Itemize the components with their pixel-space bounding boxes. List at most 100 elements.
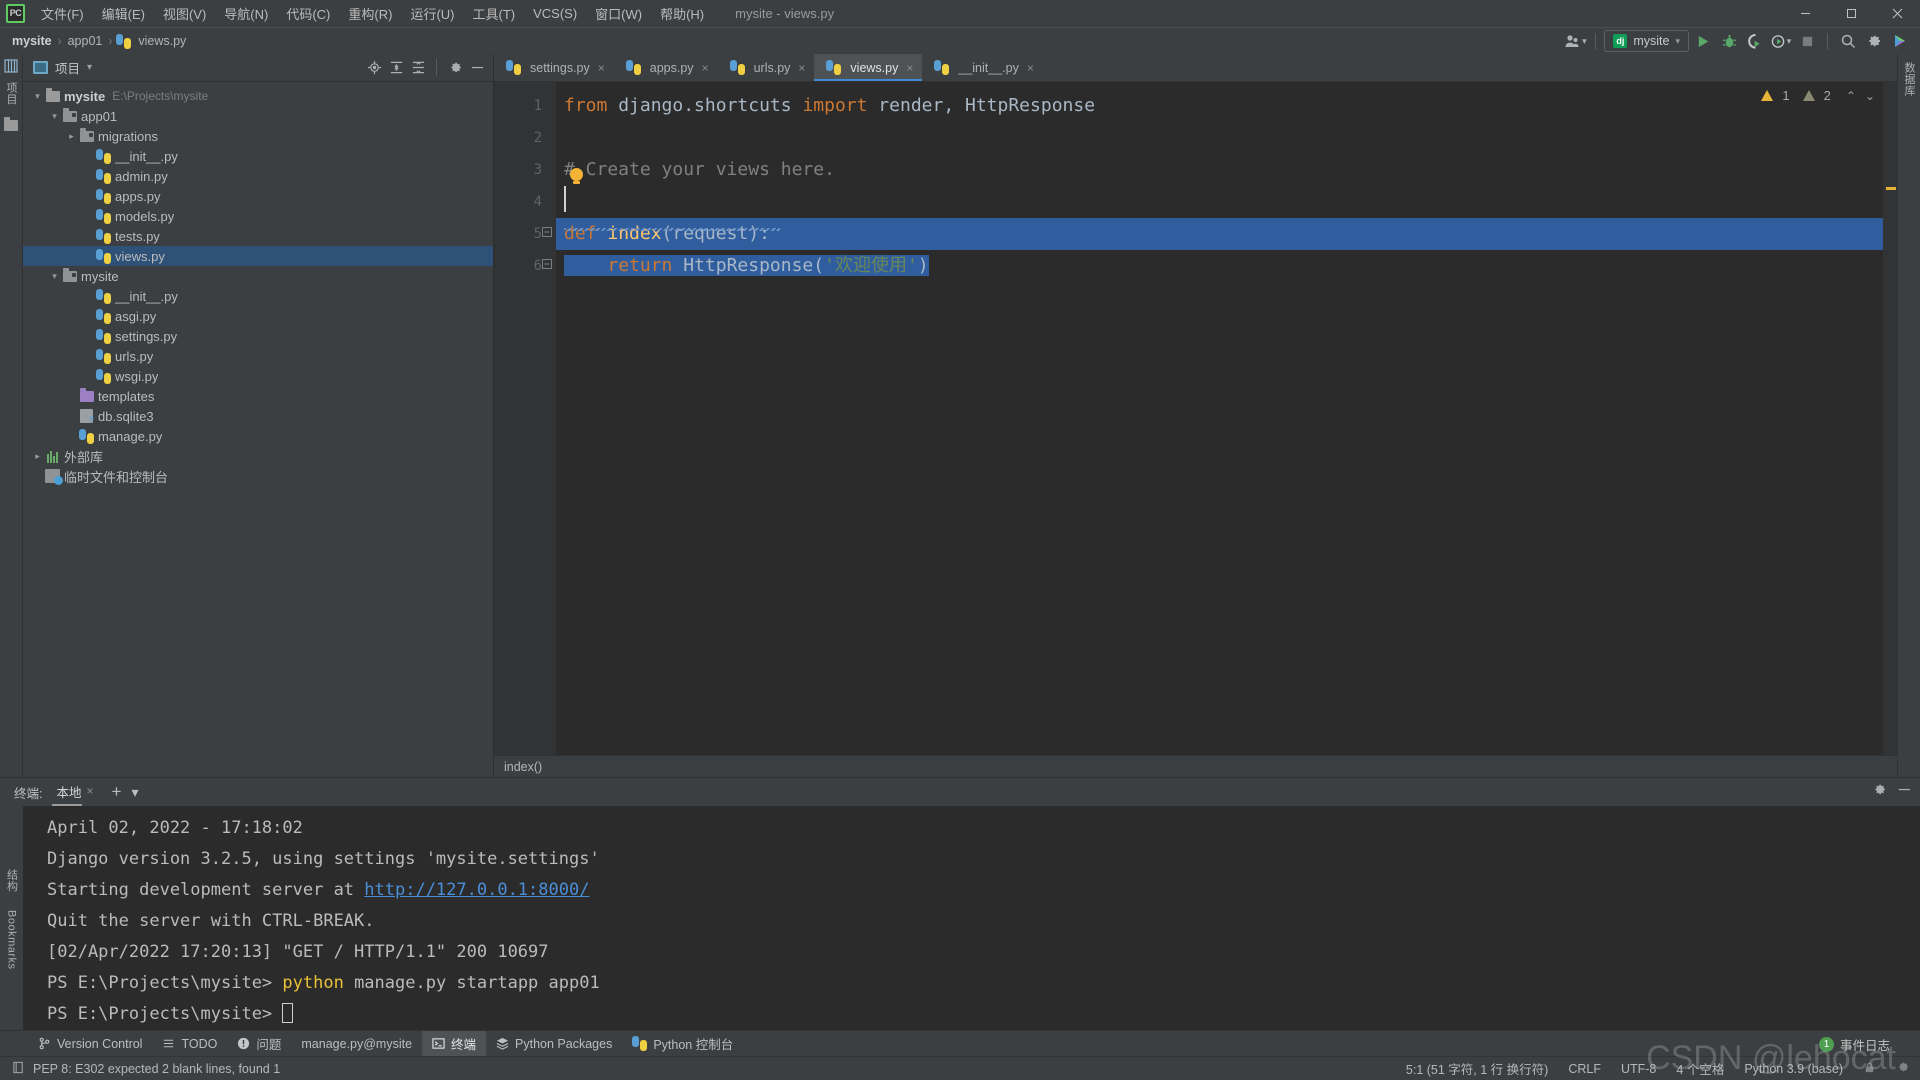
run-configuration-selector[interactable]: dj mysite ▾ (1604, 30, 1689, 52)
close-icon[interactable]: × (906, 61, 913, 75)
tree-node--init-py[interactable]: __init__.py (23, 146, 493, 166)
tree-node--[interactable]: ▸ 外部库 (23, 446, 493, 466)
menu-code[interactable]: 代码(C) (277, 1, 339, 26)
close-icon[interactable]: × (598, 61, 605, 75)
tree-node-migrations[interactable]: ▸ migrations (23, 126, 493, 146)
breadcrumb-item-app01[interactable]: app01 (65, 33, 106, 49)
right-strip-label-database[interactable]: 数据库 (1901, 62, 1917, 97)
event-log-widget[interactable]: 1 事件日志 (1818, 1035, 1890, 1054)
menu-run[interactable]: 运行(U) (401, 1, 463, 26)
tree-node-manage-py[interactable]: manage.py (23, 426, 493, 446)
tool-window-button-python-控制台[interactable]: Python 控制台 (622, 1031, 743, 1056)
add-terminal-icon[interactable]: + (112, 782, 122, 802)
menu-refactor[interactable]: 重构(R) (339, 1, 401, 26)
tool-window-button-todo[interactable]: TODO (152, 1034, 227, 1054)
code-line[interactable]: def index(request): (556, 218, 1883, 250)
previous-problem-icon[interactable]: ⌃ (1846, 89, 1856, 103)
editor-tab-apps-py[interactable]: apps.py × (614, 54, 718, 81)
close-button[interactable] (1874, 0, 1920, 27)
tool-window-button-version-control[interactable]: Version Control (28, 1034, 152, 1054)
line-separator[interactable]: CRLF (1568, 1062, 1601, 1076)
maximize-button[interactable] (1828, 0, 1874, 27)
menu-window[interactable]: 窗口(W) (586, 1, 651, 26)
tree-node-templates[interactable]: templates (23, 386, 493, 406)
file-encoding[interactable]: UTF-8 (1621, 1062, 1656, 1076)
tree-node-mysite[interactable]: ▾ mysite (23, 266, 493, 286)
close-icon[interactable]: × (1027, 61, 1034, 75)
settings-gear-icon[interactable] (445, 58, 465, 78)
stop-icon[interactable] (1795, 30, 1819, 52)
chevron-down-icon[interactable]: ▾ (31, 91, 44, 102)
tree-node-apps-py[interactable]: apps.py (23, 186, 493, 206)
tool-window-button-manage-py-mysite[interactable]: manage.py@mysite (291, 1034, 422, 1054)
chevron-down-icon[interactable]: ▾ (48, 271, 61, 282)
tree-node-urls-py[interactable]: urls.py (23, 346, 493, 366)
code-line[interactable] (556, 122, 1883, 154)
run-icon[interactable] (1691, 30, 1715, 52)
menu-tools[interactable]: 工具(T) (463, 1, 524, 26)
code-line[interactable]: from django.shortcuts import render, Htt… (556, 90, 1883, 122)
python-interpreter[interactable]: Python 3.9 (base) (1744, 1062, 1843, 1076)
tree-node-mysite[interactable]: ▾ mysite E:\Projects\mysite (23, 86, 493, 106)
close-icon[interactable]: × (798, 61, 805, 75)
bookmarks-strip-label[interactable]: Bookmarks (6, 910, 18, 970)
editor-tab-settings-py[interactable]: settings.py × (494, 54, 614, 81)
expand-all-icon[interactable] (386, 58, 406, 78)
terminal-dropdown-icon[interactable]: ▾ (131, 784, 138, 801)
menu-file[interactable]: 文件(F) (32, 1, 93, 26)
chevron-down-icon[interactable]: ▾ (48, 111, 61, 122)
settings-gear-icon[interactable] (1896, 1060, 1910, 1077)
inspection-widget[interactable]: 1 2 ⌃ ⌄ (1761, 88, 1875, 103)
terminal-tab-local[interactable]: 本地 × (52, 779, 97, 806)
indent-setting[interactable]: 4 个空格 (1676, 1059, 1724, 1078)
caret-position[interactable]: 5:1 (51 字符, 1 行 换行符) (1406, 1059, 1548, 1078)
tree-node-models-py[interactable]: models.py (23, 206, 493, 226)
hide-pane-icon[interactable] (1897, 782, 1912, 802)
chevron-right-icon[interactable]: ▸ (65, 131, 78, 142)
inspection-strip[interactable] (1883, 82, 1897, 755)
tree-node-tests-py[interactable]: tests.py (23, 226, 493, 246)
menu-view[interactable]: 视图(V) (154, 1, 215, 26)
run-with-coverage-icon[interactable] (1743, 30, 1767, 52)
editor-tab-urls-py[interactable]: urls.py × (718, 54, 815, 81)
event-log-label[interactable]: 事件日志 (1840, 1035, 1890, 1054)
breadcrumb-item-project[interactable]: mysite (9, 33, 55, 49)
terminal-link[interactable]: http://127.0.0.1:8000/ (364, 880, 589, 900)
editor-gutter[interactable]: 123456 (494, 82, 556, 755)
menu-edit[interactable]: 编辑(E) (93, 1, 154, 26)
tree-node-admin-py[interactable]: admin.py (23, 166, 493, 186)
menu-help[interactable]: 帮助(H) (651, 1, 713, 26)
settings-gear-icon[interactable] (1872, 782, 1887, 802)
close-icon[interactable]: × (87, 784, 94, 798)
tree-node-db-sqlite3[interactable]: db.sqlite3 (23, 406, 493, 426)
chevron-down-icon[interactable]: ▾ (87, 62, 92, 73)
tree-node-app01[interactable]: ▾ app01 (23, 106, 493, 126)
tree-node-asgi-py[interactable]: asgi.py (23, 306, 493, 326)
tree-node--[interactable]: 临时文件和控制台 (23, 466, 493, 486)
updates-icon[interactable] (1888, 30, 1912, 52)
editor-tab--init-py[interactable]: __init__.py × (922, 54, 1042, 81)
tool-window-button-终端[interactable]: 终端 (422, 1031, 487, 1056)
code-fold-icon[interactable] (541, 258, 552, 273)
code-line[interactable] (556, 186, 1883, 218)
tree-node-wsgi-py[interactable]: wsgi.py (23, 366, 493, 386)
locate-icon[interactable] (364, 58, 384, 78)
code-line[interactable]: return HttpResponse('欢迎使用') (556, 250, 1883, 282)
project-tree[interactable]: ▾ mysite E:\Projects\mysite ▾ app01 ▸ migratio… (23, 82, 493, 777)
breadcrumb-item-file[interactable]: views.py (135, 33, 189, 49)
close-icon[interactable]: × (702, 61, 709, 75)
editor-tab-views-py[interactable]: views.py × (814, 54, 923, 81)
project-tool-icon[interactable] (3, 58, 19, 74)
tool-window-button-问题[interactable]: 问题 (227, 1031, 291, 1056)
intention-bulb-icon[interactable] (570, 168, 583, 184)
minimize-button[interactable] (1782, 0, 1828, 27)
terminal-output[interactable]: April 02, 2022 - 17:18:02 Django version … (23, 806, 1920, 1030)
tree-node--init-py[interactable]: __init__.py (23, 286, 493, 306)
code-content[interactable]: from django.shortcuts import render, Htt… (556, 82, 1883, 755)
tree-node-views-py[interactable]: views.py (23, 246, 493, 266)
commit-icon[interactable] (3, 116, 19, 133)
hide-pane-icon[interactable] (467, 58, 487, 78)
editor-breadcrumb-label[interactable]: index() (504, 760, 542, 774)
code-line[interactable]: # Create your views here. (556, 154, 1883, 186)
menu-vcs[interactable]: VCS(S) (524, 3, 586, 24)
